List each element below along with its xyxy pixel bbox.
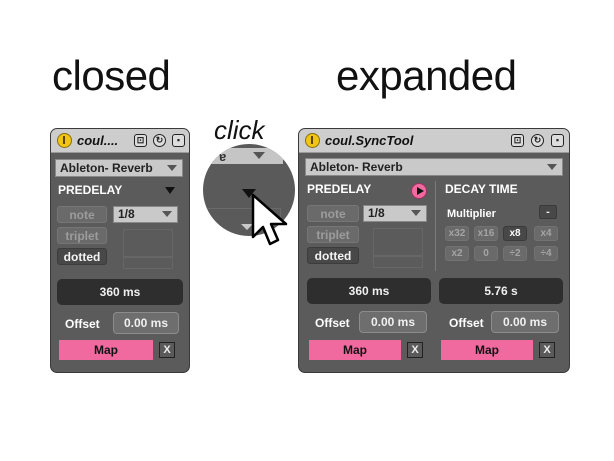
caption-expanded: expanded <box>336 52 517 99</box>
predelay-unmap-button[interactable]: X <box>407 342 423 358</box>
save-icon[interactable]: ▪ <box>172 134 185 147</box>
mult-x16-button[interactable]: x16 <box>474 226 498 241</box>
mult-x2-button[interactable]: x2 <box>445 246 469 261</box>
zoomed-dropdown: ɐ <box>203 148 283 164</box>
mouse-cursor-icon <box>251 193 288 246</box>
mult-zero-button[interactable]: 0 <box>474 246 498 261</box>
dotted-button[interactable]: dotted <box>57 248 107 265</box>
triplet-button[interactable]: triplet <box>307 226 359 243</box>
expanded-device: coul.SyncTool ⊡ ↻ ▪ Ableton- Reverb PRED… <box>298 128 570 373</box>
division-ghost-box <box>123 229 173 257</box>
mult-div2-button[interactable]: ÷2 <box>503 246 527 261</box>
note-button[interactable]: note <box>57 206 107 223</box>
predelay-map-button[interactable]: Map <box>309 340 401 360</box>
mult-x8-button[interactable]: x8 <box>503 226 527 241</box>
pin-icon[interactable]: ⊡ <box>511 134 524 147</box>
predelay-offset-field[interactable]: 0.00 ms <box>359 311 427 333</box>
dropdown-arrow-icon <box>167 165 177 171</box>
device-titlebar: coul.SyncTool ⊡ ↻ ▪ <box>299 129 569 153</box>
dropdown-arrow-icon <box>547 164 557 170</box>
column-divider <box>435 181 436 271</box>
hot-swap-icon[interactable]: ↻ <box>153 134 166 147</box>
decay-offset-field[interactable]: 0.00 ms <box>491 311 559 333</box>
preset-dropdown[interactable]: Ableton- Reverb <box>305 158 563 176</box>
decay-map-button[interactable]: Map <box>441 340 533 360</box>
division-value: 1/8 <box>118 207 135 221</box>
predelay-label: PREDELAY <box>58 183 123 197</box>
preset-label: Ableton- Reverb <box>60 161 153 175</box>
predelay-label: PREDELAY <box>307 182 372 196</box>
mult-x32-button[interactable]: x32 <box>445 226 469 241</box>
division-ghost-box <box>373 228 423 256</box>
division-dropdown[interactable]: 1/8 <box>363 205 427 222</box>
division-dropdown[interactable]: 1/8 <box>113 206 178 223</box>
power-icon[interactable] <box>305 133 320 148</box>
play-icon[interactable] <box>411 183 427 199</box>
division-ghost-box <box>123 257 173 269</box>
decay-readout: 5.76 s <box>439 278 563 304</box>
division-ghost-box <box>373 256 423 268</box>
save-icon[interactable]: ▪ <box>551 134 564 147</box>
pin-icon[interactable]: ⊡ <box>134 134 147 147</box>
predelay-readout: 360 ms <box>307 278 431 304</box>
decay-time-label: DECAY TIME <box>445 182 518 196</box>
caption-closed: closed <box>52 52 171 99</box>
dropdown-arrow-icon <box>411 210 421 216</box>
decay-unmap-button[interactable]: X <box>539 342 555 358</box>
dotted-button[interactable]: dotted <box>307 247 359 264</box>
offset-label: Offset <box>65 317 100 331</box>
hot-swap-icon[interactable]: ↻ <box>531 134 544 147</box>
mult-div4-button[interactable]: ÷4 <box>534 246 558 261</box>
multiplier-label: Multiplier <box>447 208 496 220</box>
note-button[interactable]: note <box>307 205 359 222</box>
offset-label: Offset <box>449 316 484 330</box>
division-value: 1/8 <box>368 206 385 220</box>
offset-label: Offset <box>315 316 350 330</box>
triplet-button[interactable]: triplet <box>57 227 107 244</box>
closed-device: coul.... ⊡ ↻ ▪ Ableton- Reverb PREDELAY … <box>50 128 190 373</box>
mult-x4-button[interactable]: x4 <box>534 226 558 241</box>
offset-field[interactable]: 0.00 ms <box>113 312 179 334</box>
predelay-readout: 360 ms <box>57 279 183 305</box>
map-button[interactable]: Map <box>59 340 153 360</box>
expand-triangle-icon[interactable] <box>165 187 175 194</box>
minus-button[interactable]: - <box>539 205 557 219</box>
device-titlebar: coul.... ⊡ ↻ ▪ <box>51 129 189 153</box>
device-title: coul.SyncTool <box>325 133 414 148</box>
power-icon[interactable] <box>57 133 72 148</box>
device-title: coul.... <box>77 133 119 148</box>
dropdown-arrow-icon <box>253 152 265 159</box>
preset-dropdown[interactable]: Ableton- Reverb <box>55 159 183 177</box>
unmap-button[interactable]: X <box>159 342 175 358</box>
preset-label: Ableton- Reverb <box>310 160 403 174</box>
dropdown-arrow-icon <box>162 211 172 217</box>
caption-click: click <box>214 115 265 145</box>
